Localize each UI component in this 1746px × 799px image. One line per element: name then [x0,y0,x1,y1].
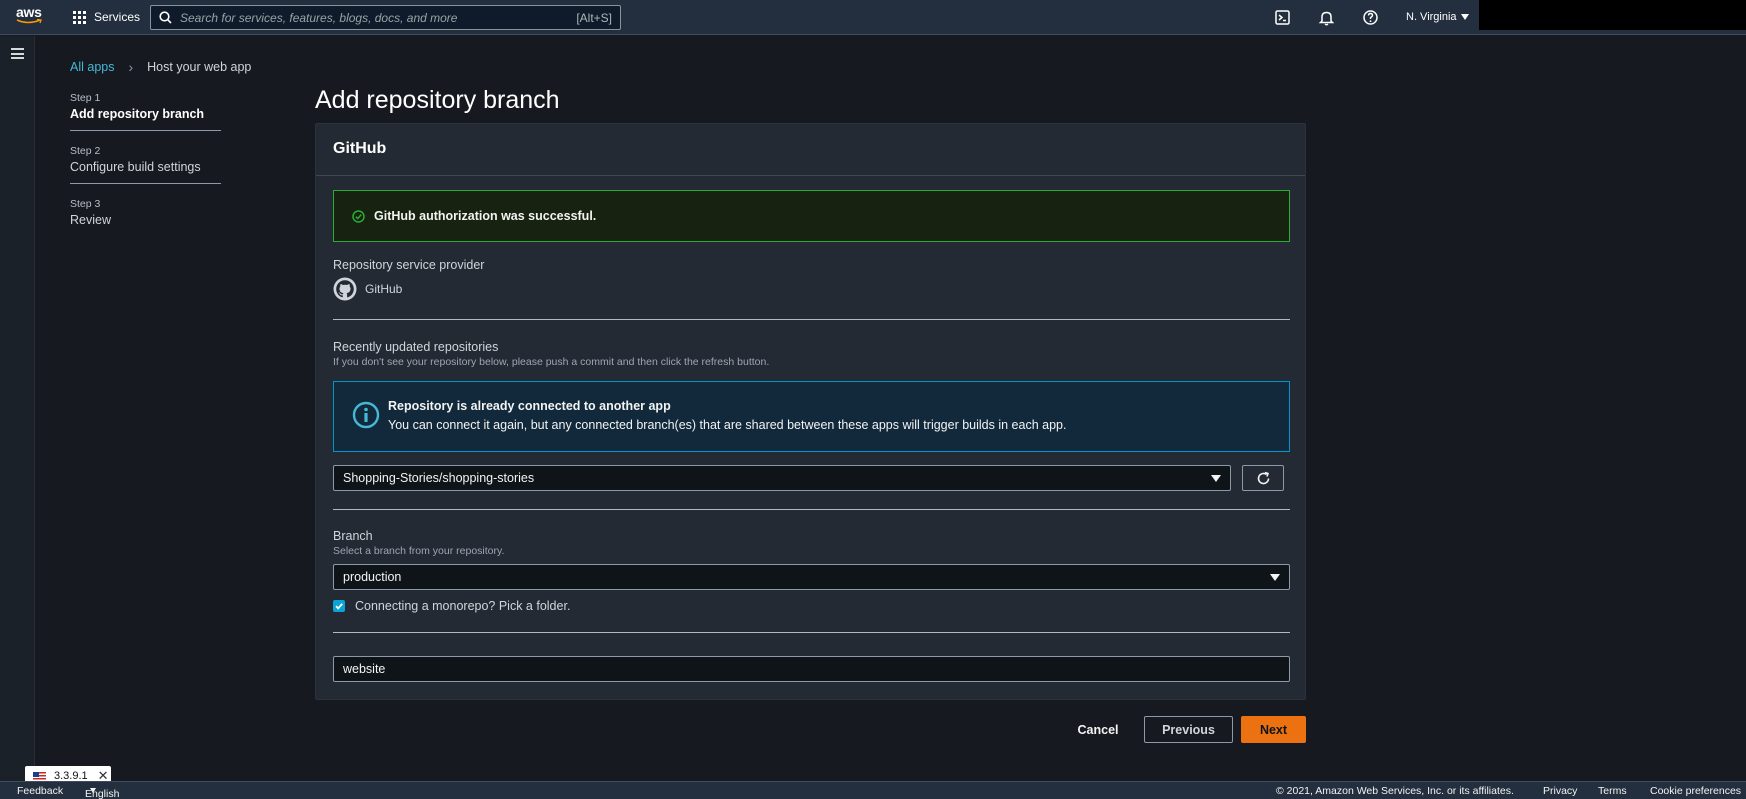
step-title: Review [70,213,111,227]
refresh-button[interactable] [1242,465,1284,491]
monorepo-label: Connecting a monorepo? Pick a folder. [355,599,571,613]
caret-down-icon [1460,14,1469,20]
step-title: Configure build settings [70,160,201,174]
repository-select[interactable]: Shopping-Stories/shopping-stories [333,465,1231,491]
provider-name: GitHub [365,282,403,296]
search-shortcut: [Alt+S] [576,10,612,25]
us-flag-icon [33,771,46,781]
monorepo-checkbox-row[interactable]: Connecting a monorepo? Pick a folder. [333,599,570,613]
grid-icon [73,10,86,24]
step-1: Step 1 Add repository branch [70,92,221,131]
step-3: Step 3 Review [70,198,221,236]
repositories-label: Recently updated repositories [333,340,499,354]
search-input[interactable]: Search for services, features, blogs, do… [150,5,621,30]
info-icon [352,401,380,429]
region-label: N. Virginia [1406,11,1457,23]
card-header: GitHub [316,124,1305,176]
cancel-button[interactable]: Cancel [1065,716,1131,743]
provider-github: GitHub [333,277,402,301]
page-title: Add repository branch [315,86,560,114]
repositories-description: If you don't see your repository below, … [333,356,770,368]
chevron-right-icon: › [128,59,134,75]
step-number: Step 3 [70,198,101,210]
menu-icon[interactable] [11,48,24,59]
cloudshell-icon[interactable] [1274,9,1291,26]
help-icon[interactable] [1362,9,1379,26]
cookie-preferences-link[interactable]: Cookie preferences [1650,785,1741,797]
step-2: Step 2 Configure build settings [70,145,221,184]
breadcrumb-current: Host your web app [147,60,252,74]
services-label: Services [94,10,141,24]
info-alert: Repository is already connected to anoth… [333,381,1290,452]
notifications-bell-icon[interactable] [1318,9,1335,26]
success-message: GitHub authorization was successful. [374,209,597,223]
search-icon [159,11,172,24]
branch-select[interactable]: production [333,564,1290,590]
caret-down-icon [1270,573,1280,581]
branch-description: Select a branch from your repository. [333,545,505,557]
checkmark-icon [335,603,343,610]
card-title: GitHub [333,140,387,157]
sidebar-rail [0,36,35,781]
terms-link[interactable]: Terms [1598,785,1627,797]
breadcrumb: All apps › Host your web app [70,59,251,75]
repository-selected-value: Shopping-Stories/shopping-stories [343,471,535,485]
info-body: You can connect it again, but any connec… [388,418,1067,432]
provider-label: Repository service provider [333,258,485,272]
check-circle-icon [352,209,365,223]
aws-logo[interactable]: aws [16,4,44,28]
monorepo-folder-value: website [343,662,386,676]
divider [333,509,1290,510]
branch-selected-value: production [343,570,402,584]
wizard-steps: Step 1 Add repository branch Step 2 Conf… [70,92,221,250]
repository-card: GitHub GitHub authorization was successf… [315,123,1306,700]
account-menu-redacted[interactable] [1479,0,1746,30]
step-number: Step 2 [70,145,101,157]
privacy-link[interactable]: Privacy [1543,785,1577,797]
aws-logo-text: aws [16,4,42,20]
step-title: Add repository branch [70,107,205,121]
region-selector[interactable]: N. Virginia [1406,11,1469,23]
search-placeholder: Search for services, features, blogs, do… [180,10,458,25]
monorepo-checkbox[interactable] [333,600,345,612]
feedback-link[interactable]: Feedback [17,785,63,797]
top-navigation: aws Services Search for services, featur… [0,0,1746,35]
divider [333,319,1290,320]
caret-down-icon [1211,474,1221,482]
breadcrumb-all-apps-link[interactable]: All apps [70,60,114,74]
caret-down-icon [90,788,96,793]
monorepo-folder-input[interactable]: website [333,656,1290,682]
refresh-icon [1257,471,1269,484]
next-button[interactable]: Next [1241,716,1306,743]
step-number: Step 1 [70,92,101,104]
footer: Feedback English (US) © 2021, Amazon Web… [0,781,1746,799]
branch-label: Branch [333,529,373,543]
success-alert: GitHub authorization was successful. [333,190,1290,242]
copyright-text: © 2021, Amazon Web Services, Inc. or its… [1276,785,1514,797]
info-title: Repository is already connected to anoth… [388,399,671,413]
previous-button[interactable]: Previous [1144,716,1233,743]
github-icon [333,277,357,301]
services-menu-button[interactable]: Services [73,10,140,24]
divider [333,632,1290,633]
